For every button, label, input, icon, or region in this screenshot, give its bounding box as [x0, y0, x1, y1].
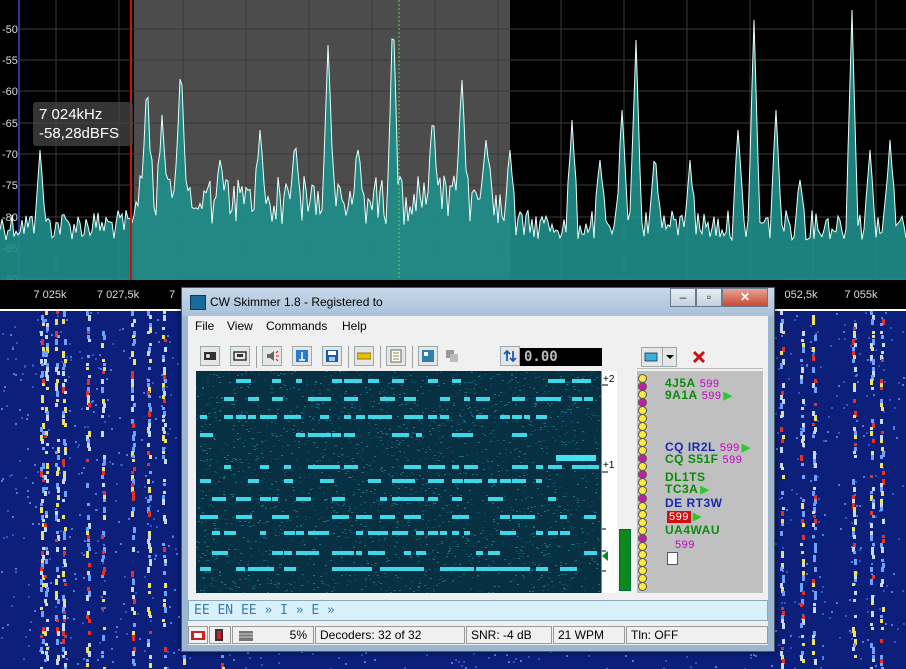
ruler-icon[interactable]	[354, 346, 374, 366]
frequency-offset-display: 0.00	[520, 348, 602, 366]
window-client: File View Commands Help 0.00 +2 +1 4J5A …	[188, 316, 768, 645]
callsign-panel: 4J5A 599 9A1A 599 ▶ CQ IR2L 599 ▶ CQ S51F 599 DL1T…	[637, 344, 763, 594]
y-tick-label: -50	[2, 24, 18, 36]
callsign-entry[interactable]: 599 ▶	[665, 509, 702, 523]
clear-x-icon[interactable]	[689, 347, 709, 367]
level-meter	[617, 371, 631, 593]
menu-commands[interactable]: Commands	[266, 319, 327, 333]
play-arrow-icon[interactable]: ▶	[724, 390, 733, 402]
note-icon[interactable]	[667, 552, 678, 565]
x-tick-label: 7	[169, 289, 175, 301]
decoders-status: Decoders: 32 of 32	[315, 626, 465, 644]
decoded-text-line[interactable]: EE EN EE » I » E »	[188, 600, 768, 621]
cascade-icon[interactable]	[442, 346, 462, 366]
swap-arrows-icon[interactable]	[500, 346, 520, 366]
minimize-button[interactable]: –	[670, 288, 696, 307]
scope-scale: +2 +1	[601, 371, 617, 593]
play-arrow-icon[interactable]: ▶	[742, 442, 751, 454]
tooltip-level: -58,28dBFS	[39, 125, 120, 142]
callsign-toolbar	[637, 346, 763, 369]
y-tick-label: -60	[2, 86, 18, 98]
signal-dot	[638, 582, 647, 591]
y-tick-label: -70	[2, 149, 18, 161]
spot-icon[interactable]	[641, 347, 663, 367]
soundcard-icon[interactable]	[230, 346, 250, 366]
level-meter-fill	[619, 529, 631, 591]
clock-sync-icon[interactable]	[209, 626, 231, 644]
rst-report: 599	[722, 454, 743, 466]
notes-icon[interactable]	[386, 346, 406, 366]
y-tick-label: -75	[2, 180, 18, 192]
window-titlebar[interactable]: CW Skimmer 1.8 - Registered to – ▫ ✕	[182, 288, 774, 316]
tooltip-frequency: 7 024kHz	[39, 106, 103, 123]
cpu-load: 5%	[232, 626, 314, 644]
callsign-entry[interactable]: 9A1A 599 ▶	[665, 388, 733, 402]
chevron-down-icon[interactable]	[663, 347, 677, 367]
y-tick-label: -65	[2, 118, 18, 130]
rst-report: 599	[667, 511, 691, 523]
record-icon[interactable]	[188, 626, 208, 644]
x-tick-label: 052,5k	[784, 289, 818, 301]
maximize-button[interactable]: ▫	[696, 288, 722, 307]
app-icon	[190, 295, 206, 310]
status-bar: 5% Decoders: 32 of 32 SNR: -4 dB 21 WPM …	[188, 626, 768, 645]
menu-file[interactable]: File	[195, 319, 214, 333]
play-arrow-icon[interactable]: ▶	[700, 484, 709, 496]
menu-view[interactable]: View	[227, 319, 253, 333]
x-tick-label: 7 027,5k	[97, 289, 140, 301]
callsign-entry[interactable]: DE RT3W	[665, 496, 723, 510]
spectrum-display[interactable]: -50-55-60-65-70-75-80-85-907 025k7 027,5…	[0, 0, 906, 311]
close-button[interactable]: ✕	[722, 288, 768, 307]
callsign-list[interactable]: 4J5A 599 9A1A 599 ▶ CQ IR2L 599 ▶ CQ S51F 599 DL1T…	[637, 371, 763, 593]
speaker-icon[interactable]	[262, 346, 282, 366]
callsign-text: TC3A	[665, 482, 699, 496]
callsign-entry[interactable]: UA4WAU	[665, 523, 720, 537]
radio-icon[interactable]	[200, 346, 220, 366]
callsign-text: CQ S51F	[665, 452, 719, 466]
wpm-status: 21 WPM	[553, 626, 625, 644]
x-tick-label: 7 025k	[33, 289, 67, 301]
y-tick-label: -80	[2, 212, 18, 224]
cpu-percent: 5%	[289, 628, 307, 642]
callsign-text: 9A1A	[665, 388, 698, 402]
tune-icon[interactable]	[292, 346, 312, 366]
snr-status: SNR: -4 dB	[466, 626, 552, 644]
menu-help[interactable]: Help	[342, 319, 367, 333]
frequency-tooltip: 7 024kHz -58,28dBFS	[33, 102, 133, 146]
cw-skimmer-window[interactable]: CW Skimmer 1.8 - Registered to – ▫ ✕ Fil…	[181, 287, 775, 652]
window-layout-icon[interactable]	[418, 346, 438, 366]
menu-bar: File View Commands Help	[188, 316, 768, 336]
y-tick-label: -55	[2, 55, 18, 67]
rst-report: 599	[675, 539, 695, 551]
signal-scope[interactable]	[196, 371, 601, 593]
x-tick-label: 7 055k	[844, 289, 878, 301]
telnet-status: Tln: OFF	[626, 626, 768, 644]
window-title: CW Skimmer 1.8 - Registered to	[210, 295, 383, 309]
play-arrow-icon[interactable]: ▶	[693, 511, 702, 523]
callsign-entry[interactable]: CQ S51F 599	[665, 452, 742, 466]
save-icon[interactable]	[322, 346, 342, 366]
rst-report: 599	[701, 390, 722, 402]
callsign-entry[interactable]: TC3A ▶	[665, 482, 709, 496]
callsign-text: UA4WAU	[665, 523, 721, 537]
callsign-entry[interactable]: 599	[671, 537, 695, 551]
callsign-text: DE RT3W	[665, 496, 723, 510]
